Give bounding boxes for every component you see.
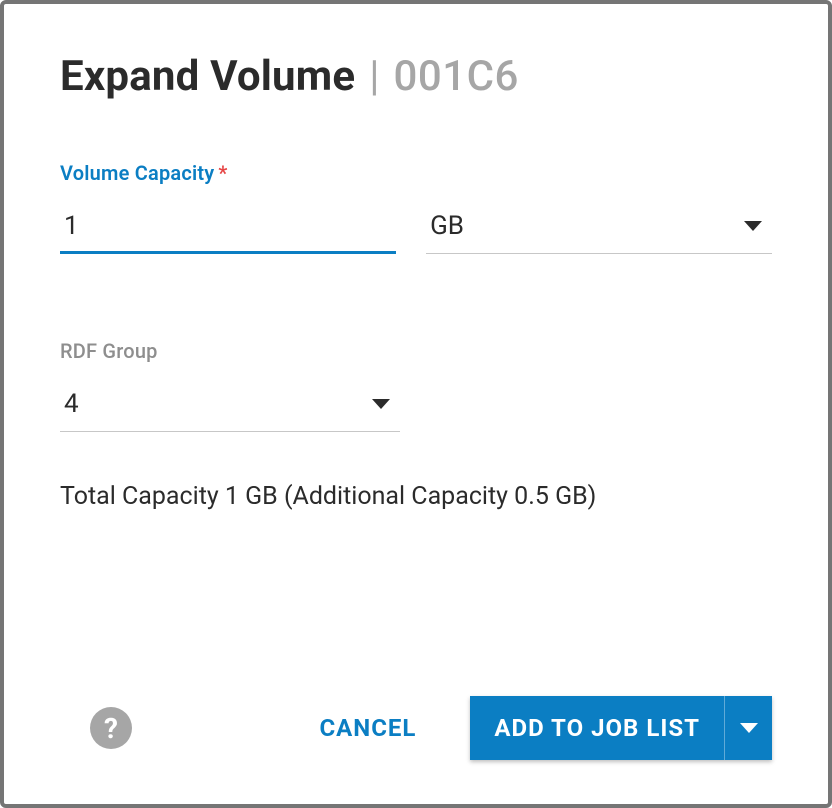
help-icon[interactable]: ? bbox=[90, 707, 132, 749]
capacity-unit-field: GB bbox=[426, 162, 772, 254]
expand-volume-dialog: Expand Volume | 001C6 Volume Capacity* 1… bbox=[0, 0, 832, 808]
volume-capacity-field: Volume Capacity* 1 bbox=[60, 161, 396, 254]
volume-capacity-value: 1 bbox=[64, 211, 79, 241]
dialog-header: Expand Volume | 001C6 bbox=[60, 52, 772, 101]
rdf-group-select[interactable]: 4 bbox=[60, 381, 400, 432]
rdf-group-field: RDF Group 4 bbox=[60, 339, 400, 432]
capacity-row: Volume Capacity* 1 GB bbox=[60, 161, 772, 254]
add-to-job-list-split-button: ADD TO JOB LIST bbox=[470, 696, 772, 760]
required-asterisk: * bbox=[218, 161, 227, 185]
capacity-unit-value: GB bbox=[430, 211, 464, 241]
rdf-group-label: RDF Group bbox=[60, 339, 400, 363]
rdf-group-value: 4 bbox=[64, 389, 79, 419]
chevron-down-icon bbox=[740, 723, 758, 733]
capacity-unit-select[interactable]: GB bbox=[426, 203, 772, 254]
add-to-job-list-dropdown-button[interactable] bbox=[724, 696, 772, 760]
volume-capacity-label: Volume Capacity* bbox=[60, 161, 396, 185]
add-to-job-list-button[interactable]: ADD TO JOB LIST bbox=[470, 696, 724, 760]
total-capacity-summary: Total Capacity 1 GB (Additional Capacity… bbox=[60, 482, 772, 511]
chevron-down-icon bbox=[372, 399, 390, 409]
label-text: Volume Capacity bbox=[60, 161, 214, 185]
dialog-footer: ? CANCEL ADD TO JOB LIST bbox=[60, 696, 772, 760]
title-divider: | bbox=[369, 52, 379, 101]
volume-id: 001C6 bbox=[394, 52, 519, 101]
chevron-down-icon bbox=[744, 221, 762, 231]
cancel-button[interactable]: CANCEL bbox=[311, 698, 424, 758]
volume-capacity-input[interactable]: 1 bbox=[60, 203, 396, 254]
dialog-title: Expand Volume bbox=[60, 52, 355, 101]
form-area: Volume Capacity* 1 GB RDF Group 4 Total … bbox=[60, 161, 772, 696]
